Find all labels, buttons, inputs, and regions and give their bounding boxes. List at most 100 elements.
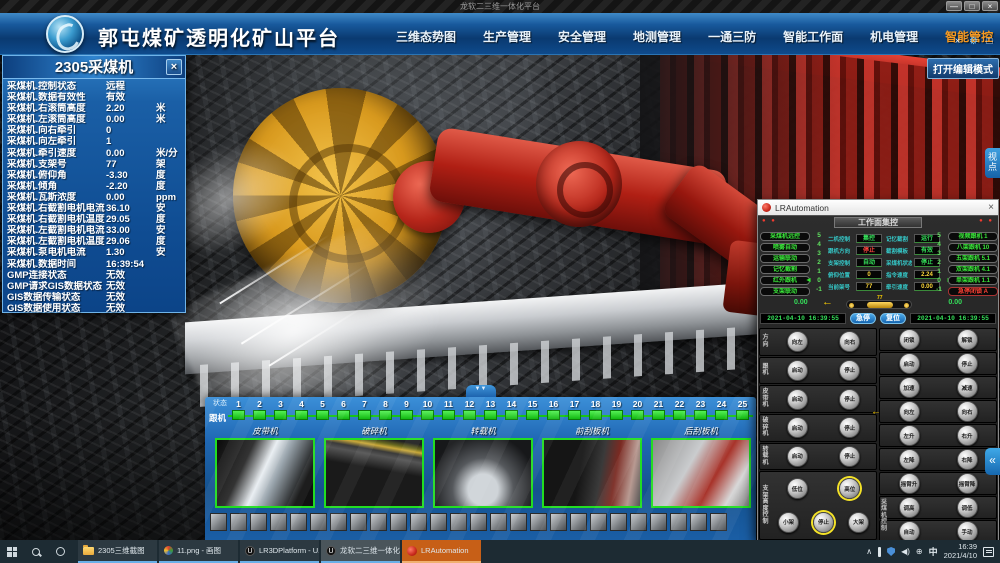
camera-feed[interactable]: 后刮板机: [651, 425, 751, 508]
search-button[interactable]: [24, 540, 48, 563]
thumbnail[interactable]: [650, 513, 667, 531]
device-button[interactable]: 停止: [839, 417, 860, 438]
support-status-cell[interactable]: [543, 410, 564, 422]
device-button[interactable]: 闭锁: [899, 329, 920, 350]
mode-pill-button[interactable]: 五架跟机 5.1: [948, 254, 998, 263]
thumbnail[interactable]: [610, 513, 627, 531]
device-button[interactable]: 启动: [787, 417, 808, 438]
camera-image[interactable]: [651, 438, 751, 508]
device-button[interactable]: 向左: [787, 331, 808, 352]
device-button[interactable]: 大架: [848, 512, 869, 533]
nav-item[interactable]: 一通三防: [708, 28, 756, 45]
support-status-cell[interactable]: [648, 410, 669, 422]
device-button[interactable]: 摇臂降: [957, 473, 978, 494]
maximize-button[interactable]: □: [964, 1, 980, 11]
taskbar-item[interactable]: 11.png - 画图: [159, 540, 238, 563]
thumbnail[interactable]: [630, 513, 647, 531]
thumbnail[interactable]: [550, 513, 567, 531]
device-button[interactable]: 停止: [839, 360, 860, 381]
thumbnail[interactable]: [570, 513, 587, 531]
support-status-cell[interactable]: [228, 410, 249, 422]
device-button[interactable]: 小架: [778, 512, 799, 533]
nav-item[interactable]: 机电管理: [870, 28, 918, 45]
device-button[interactable]: 向右: [839, 331, 860, 352]
thumbnail[interactable]: [330, 513, 347, 531]
device-button[interactable]: 自动: [899, 521, 920, 542]
device-button[interactable]: 启动: [787, 360, 808, 381]
device-button[interactable]: 手动: [957, 521, 978, 542]
support-status-cell[interactable]: [711, 410, 732, 422]
mode-pill-button[interactable]: 采煤机远控: [760, 232, 810, 241]
support-status-cell[interactable]: [354, 410, 375, 422]
mode-pill-button[interactable]: 喷雾自动: [760, 243, 810, 252]
support-status-cell[interactable]: [606, 410, 627, 422]
thumbnail[interactable]: [430, 513, 447, 531]
thumbnail[interactable]: [710, 513, 727, 531]
device-button[interactable]: 调低: [957, 497, 978, 518]
camera-feed[interactable]: 皮带机: [215, 425, 315, 508]
device-button[interactable]: 高位: [839, 478, 860, 499]
mode-pill-button[interactable]: 急停闭锁 A: [948, 287, 998, 296]
collapse-chevron-button[interactable]: «: [985, 448, 1000, 475]
taskbar-item[interactable]: ULR3DPlatform - U...: [240, 540, 319, 563]
support-status-cell[interactable]: [522, 410, 543, 422]
support-status-cell[interactable]: [312, 410, 333, 422]
support-status-cell[interactable]: [732, 410, 753, 422]
camera-image[interactable]: [433, 438, 533, 508]
close-button[interactable]: ×: [982, 1, 998, 11]
nav-item[interactable]: 安全管理: [558, 28, 606, 45]
tools-icon[interactable]: ×: [951, 35, 964, 48]
thumbnail[interactable]: [370, 513, 387, 531]
pen-icon[interactable]: [878, 547, 881, 557]
support-status-cell[interactable]: [480, 410, 501, 422]
nav-item[interactable]: 三维态势图: [396, 28, 456, 45]
camera-image[interactable]: [215, 438, 315, 508]
camera-image[interactable]: [542, 438, 642, 508]
hidden-icons-caret[interactable]: ∧: [866, 547, 872, 556]
lrautomation-close-button[interactable]: ×: [988, 202, 994, 213]
support-status-cell[interactable]: [459, 410, 480, 422]
window-icon[interactable]: □: [983, 35, 996, 48]
device-button[interactable]: 启动: [787, 446, 808, 467]
lrautomation-titlebar[interactable]: LRAutomation ×: [758, 200, 998, 215]
device-button[interactable]: 向左: [899, 401, 920, 422]
task-view-button[interactable]: [48, 540, 72, 563]
support-status-cell[interactable]: [333, 410, 354, 422]
support-status-cell[interactable]: [249, 410, 270, 422]
nav-item[interactable]: 地测管理: [633, 28, 681, 45]
device-button[interactable]: 停止: [839, 446, 860, 467]
defender-shield-icon[interactable]: [887, 547, 895, 556]
thumbnail[interactable]: [270, 513, 287, 531]
shearer-position-slider[interactable]: 77: [846, 300, 912, 309]
mode-pill-button[interactable]: 支架联动: [760, 287, 810, 296]
camera-feed[interactable]: 破碎机: [324, 425, 424, 508]
support-status-cell[interactable]: [564, 410, 585, 422]
thumbnail[interactable]: [210, 513, 227, 531]
thumbnail[interactable]: [390, 513, 407, 531]
support-status-cell[interactable]: [270, 410, 291, 422]
support-status-cell[interactable]: [669, 410, 690, 422]
device-button[interactable]: 加速: [899, 377, 920, 398]
camera-feed[interactable]: 转载机: [433, 425, 533, 508]
support-status-cell[interactable]: [627, 410, 648, 422]
support-status-cell[interactable]: [501, 410, 522, 422]
device-button[interactable]: 左降: [899, 449, 920, 470]
panel-close-button[interactable]: ×: [166, 59, 182, 75]
thumbnail[interactable]: [470, 513, 487, 531]
panel-chevron-tab[interactable]: ▼▼: [466, 385, 496, 397]
thumbnail[interactable]: [510, 513, 527, 531]
thumbnail[interactable]: [450, 513, 467, 531]
thumbnail-strip[interactable]: [210, 513, 751, 533]
support-status-cell[interactable]: [417, 410, 438, 422]
mode-pill-button[interactable]: 运输联动: [760, 254, 810, 263]
support-status-cell[interactable]: [375, 410, 396, 422]
device-button[interactable]: 停止: [839, 389, 860, 410]
support-status-cell[interactable]: [438, 410, 459, 422]
taskbar-item[interactable]: LRAutomation: [402, 540, 481, 563]
device-button[interactable]: 右降: [957, 449, 978, 470]
nav-item[interactable]: 智能工作面: [783, 28, 843, 45]
thumbnail[interactable]: [410, 513, 427, 531]
device-button[interactable]: 解锁: [957, 329, 978, 350]
device-button[interactable]: 低位: [787, 478, 808, 499]
device-button[interactable]: 右升: [957, 425, 978, 446]
